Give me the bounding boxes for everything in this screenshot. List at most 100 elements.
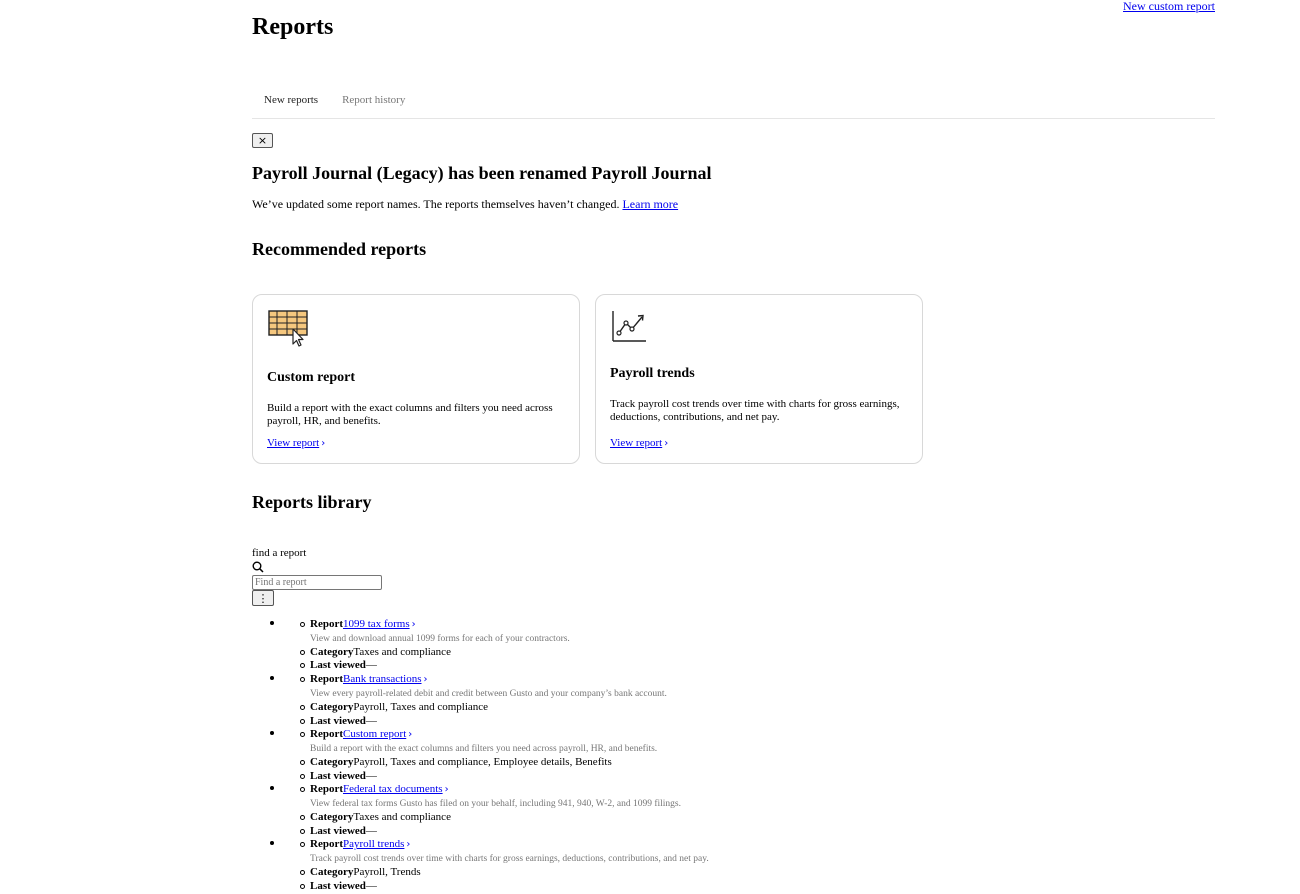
field-label: Report xyxy=(310,673,343,686)
bullet-icon xyxy=(270,621,274,625)
report-last-viewed: — xyxy=(365,879,377,892)
report-description: Track payroll cost trends over time with… xyxy=(310,854,709,865)
report-fields: ReportFederal tax documents › View federal… xyxy=(252,783,1152,838)
bullet-icon xyxy=(300,773,305,779)
bullet-icon xyxy=(300,787,305,793)
report-name: Payroll trends xyxy=(343,838,405,851)
chevron-right-icon: › xyxy=(411,619,416,630)
report-name: Bank transactions xyxy=(343,673,422,686)
view-report-link[interactable]: View report › xyxy=(610,437,668,449)
field-label: Report xyxy=(310,783,343,796)
report-description: View and download annual 1099 forms for … xyxy=(310,633,570,644)
report-fields: ReportBank transactions › View every payro… xyxy=(252,673,1152,728)
last-viewed-field: Last viewed— xyxy=(300,769,1152,784)
report-category: Payroll, Trends xyxy=(353,866,421,879)
report-field: ReportCustom report › Build a report with … xyxy=(300,728,1152,756)
report-link[interactable]: Federal tax documents › xyxy=(343,783,449,795)
field-label: Last viewed xyxy=(310,714,366,727)
spreadsheet-cursor-icon xyxy=(267,309,311,349)
bullet-icon xyxy=(300,883,305,889)
report-fields: ReportCustom report › Build a report with … xyxy=(252,728,1152,783)
line-chart-icon xyxy=(610,309,654,349)
card-title: Custom report xyxy=(267,370,356,385)
recommended-card-custom-report: Custom report Build a report with the ex… xyxy=(252,294,580,464)
bullet-icon xyxy=(300,870,305,876)
bullet-icon xyxy=(300,759,305,765)
report-link[interactable]: Bank transactions › xyxy=(343,673,428,685)
category-field: CategoryPayroll, Taxes and compliance, E… xyxy=(300,755,1152,770)
report-category: Taxes and compliance xyxy=(353,811,451,824)
bullet-icon xyxy=(300,842,305,848)
reports-library-heading: Reports library xyxy=(252,492,372,512)
card-description: Track payroll cost trends over time with… xyxy=(610,398,900,423)
list-item: ReportFederal tax documents › View federal… xyxy=(252,783,1152,838)
report-fields: Report1099 tax forms › View and download a… xyxy=(252,618,1152,673)
last-viewed-field: Last viewed— xyxy=(300,714,1152,729)
bullet-icon xyxy=(300,622,305,627)
last-viewed-field: Last viewed— xyxy=(300,659,1152,673)
learn-more-link[interactable]: Learn more xyxy=(622,197,678,211)
tab-bar: New reports Report history xyxy=(252,88,1215,119)
bullet-icon xyxy=(300,828,305,834)
reports-list: Report1099 tax forms › View and download a… xyxy=(252,618,1152,894)
report-category: Payroll, Taxes and compliance xyxy=(353,700,489,713)
bullet-icon xyxy=(300,663,305,669)
chevron-right-icon: › xyxy=(423,674,428,686)
bullet-icon xyxy=(300,718,305,724)
last-viewed-field: Last viewed— xyxy=(300,879,1152,894)
field-label: Category xyxy=(310,700,354,713)
report-description: View federal tax forms Gusto has filed o… xyxy=(310,799,682,810)
field-label: Category xyxy=(310,866,354,879)
search-input[interactable] xyxy=(252,575,382,590)
bullet-icon xyxy=(300,815,305,821)
list-item: Report1099 tax forms › View and download a… xyxy=(252,618,1152,673)
search-label: find a report xyxy=(252,547,307,559)
bullet-icon xyxy=(300,677,305,683)
report-field: ReportPayroll trends › Track payroll cost … xyxy=(300,838,1152,866)
field-label: Report xyxy=(310,838,343,851)
new-custom-report-link[interactable]: New custom report xyxy=(1123,0,1215,14)
tab-report-history[interactable]: Report history xyxy=(330,88,417,118)
banner-text: We’ve updated some report names. The rep… xyxy=(252,197,678,212)
close-banner-button[interactable]: × xyxy=(252,133,273,148)
list-item: ReportCustom report › Build a report with … xyxy=(252,728,1152,783)
report-name: Federal tax documents xyxy=(343,783,443,796)
page-title: Reports xyxy=(252,14,334,40)
field-label: Last viewed xyxy=(310,824,366,837)
report-last-viewed: — xyxy=(365,769,377,782)
list-item: ReportPayroll trends › Track payroll cost … xyxy=(252,838,1152,893)
card-description: Build a report with the exact columns an… xyxy=(267,402,553,427)
report-link[interactable]: Custom report › xyxy=(343,728,412,740)
chevron-right-icon: › xyxy=(664,438,669,449)
report-field: ReportBank transactions › View every payro… xyxy=(300,673,1152,701)
field-label: Report xyxy=(310,618,343,630)
report-description: Build a report with the exact columns an… xyxy=(310,743,658,754)
chevron-right-icon: › xyxy=(321,438,326,449)
category-field: CategoryPayroll, Taxes and compliance xyxy=(300,700,1152,715)
chevron-right-icon: › xyxy=(406,839,411,851)
recommended-reports-heading: Recommended reports xyxy=(252,239,427,259)
view-report-label: View report xyxy=(610,437,663,449)
report-last-viewed: — xyxy=(365,659,377,672)
tab-new-reports[interactable]: New reports xyxy=(252,88,330,118)
field-label: Category xyxy=(310,645,354,658)
recommended-card-payroll-trends: Payroll trends Track payroll cost trends… xyxy=(595,294,923,464)
search-icon xyxy=(252,560,264,573)
report-fields: ReportPayroll trends › Track payroll cost … xyxy=(252,838,1152,893)
report-link[interactable]: Payroll trends › xyxy=(343,838,410,850)
list-item: ReportBank transactions › View every payro… xyxy=(252,673,1152,728)
last-viewed-field: Last viewed— xyxy=(300,824,1152,839)
report-field: Report1099 tax forms › View and download a… xyxy=(300,618,1152,646)
more-options-button[interactable]: ⋮ xyxy=(252,590,274,606)
field-label: Category xyxy=(310,755,354,768)
report-description: View every payroll-related debit and cre… xyxy=(310,688,667,699)
category-field: CategoryPayroll, Trends xyxy=(300,866,1152,880)
field-label: Last viewed xyxy=(310,659,366,672)
card-title: Payroll trends xyxy=(610,366,695,381)
view-report-label: View report xyxy=(267,437,320,449)
view-report-link[interactable]: View report › xyxy=(267,437,325,449)
report-link[interactable]: 1099 tax forms › xyxy=(343,618,416,630)
report-category: Payroll, Taxes and compliance, Employee … xyxy=(353,755,612,768)
report-category: Taxes and compliance xyxy=(353,645,451,658)
bullet-icon xyxy=(300,704,305,710)
